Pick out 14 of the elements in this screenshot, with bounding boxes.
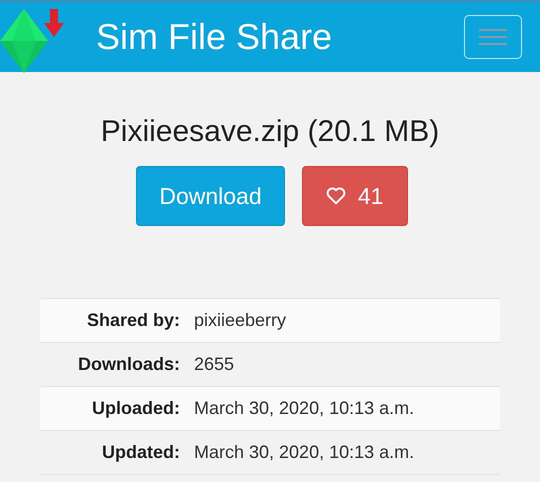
download-button[interactable]: Download <box>136 166 285 226</box>
detail-value: 2655 <box>194 353 234 376</box>
detail-value: March 30, 2020, 10:13 a.m. <box>194 397 414 420</box>
detail-value: March 30, 2020, 10:13 a.m. <box>194 441 414 464</box>
detail-label: Shared by: <box>86 309 180 332</box>
like-button[interactable]: 41 <box>302 166 408 226</box>
detail-label: Downloads: <box>77 353 180 376</box>
menu-button[interactable] <box>464 15 522 59</box>
heart-icon <box>326 187 346 205</box>
detail-label: Updated: <box>101 441 180 464</box>
file-title: Pixiieesave.zip (20.1 MB) <box>100 114 440 150</box>
site-title[interactable]: Sim File Share <box>96 10 332 64</box>
detail-label: Uploaded: <box>91 397 180 420</box>
detail-value: pixiieeberry <box>194 309 286 332</box>
